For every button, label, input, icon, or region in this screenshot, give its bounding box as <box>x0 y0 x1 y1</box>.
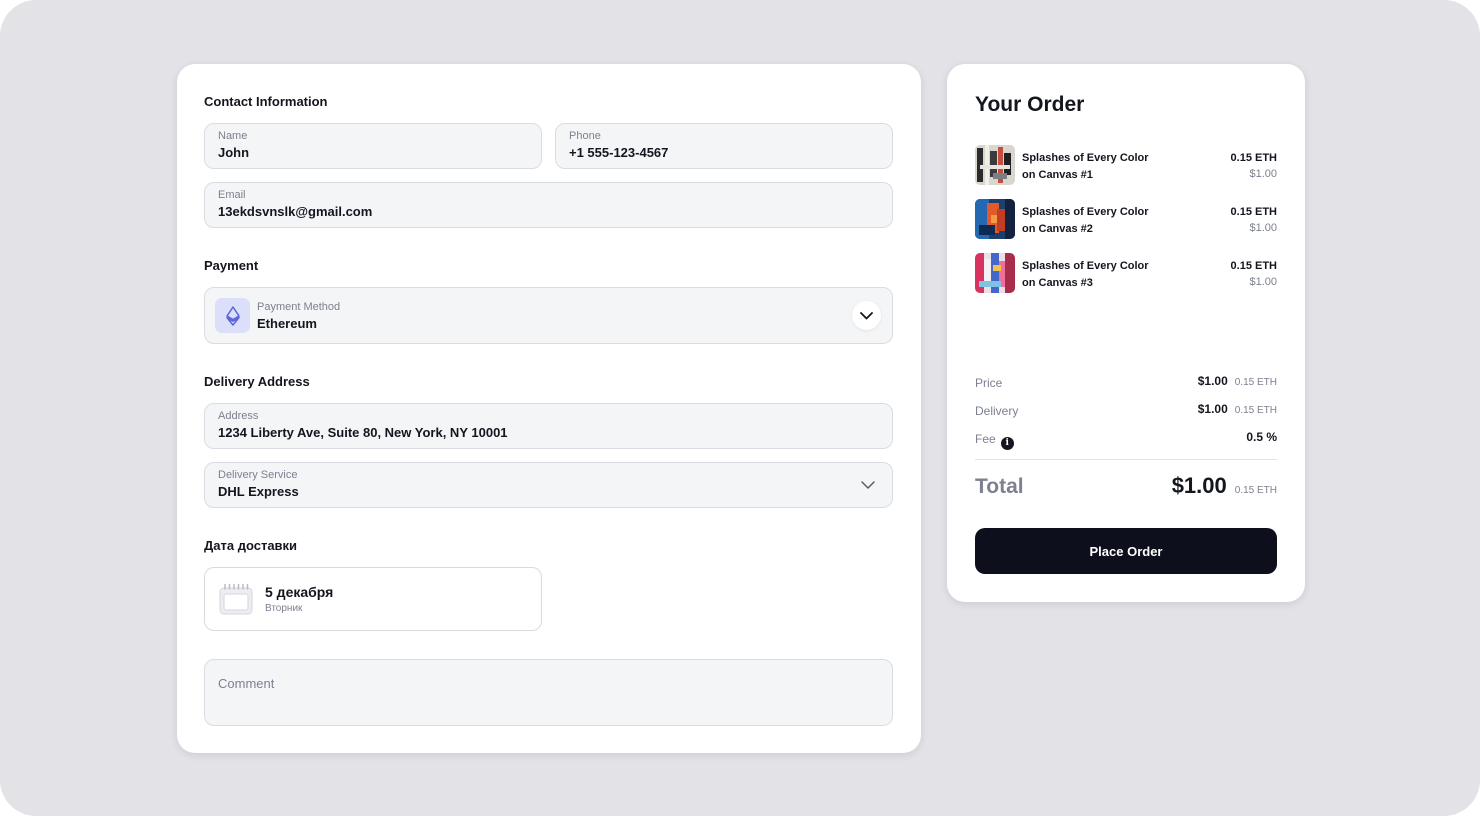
email-value[interactable]: 13ekdsvnslk@gmail.com <box>218 204 372 219</box>
item-price-eth: 0.15 ETH <box>1230 152 1277 164</box>
item-price-eth: 0.15 ETH <box>1230 206 1277 218</box>
info-icon[interactable]: i <box>1000 437 1014 450</box>
item-name-line2: on Canvas #1 <box>1022 169 1093 181</box>
page-background: Contact Information Name John Phone +1 5… <box>0 0 1480 816</box>
price-usd: $1.00 <box>1197 374 1228 388</box>
name-field[interactable]: Name John <box>204 123 542 169</box>
item-price-usd: $1.00 <box>1249 276 1277 288</box>
delivery-date-section-title: Дата доставки <box>204 538 298 553</box>
ethereum-icon <box>215 298 250 333</box>
place-order-button[interactable]: Place Order <box>975 528 1277 574</box>
delivery-cost-usd: $1.00 <box>1197 402 1228 416</box>
delivery-service-label: Delivery Service <box>218 469 298 481</box>
phone-field[interactable]: Phone +1 555-123-4567 <box>555 123 893 169</box>
address-label: Address <box>218 410 259 422</box>
email-label: Email <box>218 189 246 201</box>
artwork-thumbnail <box>975 199 1015 239</box>
total-label: Total <box>975 475 1024 498</box>
item-name-line1: Splashes of Every Color <box>1022 260 1149 272</box>
order-title: Your Order <box>975 93 1085 116</box>
price-label: Price <box>975 376 1003 390</box>
order-item: Splashes of Every Color on Canvas #3 0.1… <box>975 253 1277 293</box>
chevron-down-icon[interactable] <box>852 301 881 330</box>
calendar-icon <box>219 583 253 615</box>
item-name-line2: on Canvas #2 <box>1022 223 1093 235</box>
delivery-section-title: Delivery Address <box>204 374 310 389</box>
delivery-date-value: 5 декабря <box>265 584 334 600</box>
chevron-down-icon[interactable] <box>860 479 876 491</box>
address-value[interactable]: 1234 Liberty Ave, Suite 80, New York, NY… <box>218 425 508 440</box>
delivery-cost-row: Delivery $1.00 0.15 ETH <box>975 402 1277 420</box>
artwork-thumbnail <box>975 145 1015 185</box>
summary-divider <box>975 459 1277 460</box>
delivery-date-option[interactable]: 5 декабря Вторник <box>204 567 542 631</box>
payment-method-label: Payment Method <box>257 301 341 313</box>
order-item: Splashes of Every Color on Canvas #1 0.1… <box>975 145 1277 185</box>
item-name-line2: on Canvas #3 <box>1022 277 1093 289</box>
price-eth: 0.15 ETH <box>1234 377 1277 388</box>
fee-label: Fee <box>975 432 996 446</box>
delivery-cost-eth: 0.15 ETH <box>1234 405 1277 416</box>
delivery-service-value: DHL Express <box>218 484 299 499</box>
fee-value: 0.5 % <box>1246 430 1277 444</box>
price-row: Price $1.00 0.15 ETH <box>975 374 1277 392</box>
checkout-form-card: Contact Information Name John Phone +1 5… <box>177 64 921 753</box>
address-field[interactable]: Address 1234 Liberty Ave, Suite 80, New … <box>204 403 893 449</box>
order-item: Splashes of Every Color on Canvas #2 0.1… <box>975 199 1277 239</box>
item-name-line1: Splashes of Every Color <box>1022 206 1149 218</box>
item-price-eth: 0.15 ETH <box>1230 260 1277 272</box>
email-field[interactable]: Email 13ekdsvnslk@gmail.com <box>204 182 893 228</box>
item-price-usd: $1.00 <box>1249 222 1277 234</box>
item-price-usd: $1.00 <box>1249 168 1277 180</box>
contact-section-title: Contact Information <box>204 94 328 109</box>
delivery-cost-label: Delivery <box>975 404 1019 418</box>
total-usd: $1.00 <box>1171 473 1227 498</box>
phone-label: Phone <box>569 130 601 142</box>
total-eth: 0.15 ETH <box>1234 485 1277 496</box>
phone-value[interactable]: +1 555-123-4567 <box>569 145 668 160</box>
name-label: Name <box>218 130 248 142</box>
artwork-thumbnail <box>975 253 1015 293</box>
order-summary-card: Your Order Splashes of Every Color on Ca… <box>947 64 1305 602</box>
item-name-line1: Splashes of Every Color <box>1022 152 1149 164</box>
payment-method-select[interactable]: Payment Method Ethereum <box>204 287 893 344</box>
delivery-weekday: Вторник <box>265 603 303 614</box>
delivery-service-select[interactable]: Delivery Service DHL Express <box>204 462 893 508</box>
total-row: Total $1.00 0.15 ETH <box>975 473 1277 503</box>
comment-input[interactable] <box>204 659 893 726</box>
name-value[interactable]: John <box>218 145 249 160</box>
payment-section-title: Payment <box>204 258 259 273</box>
payment-method-value: Ethereum <box>257 316 317 331</box>
fee-row: Fee i 0.5 % <box>975 430 1277 450</box>
